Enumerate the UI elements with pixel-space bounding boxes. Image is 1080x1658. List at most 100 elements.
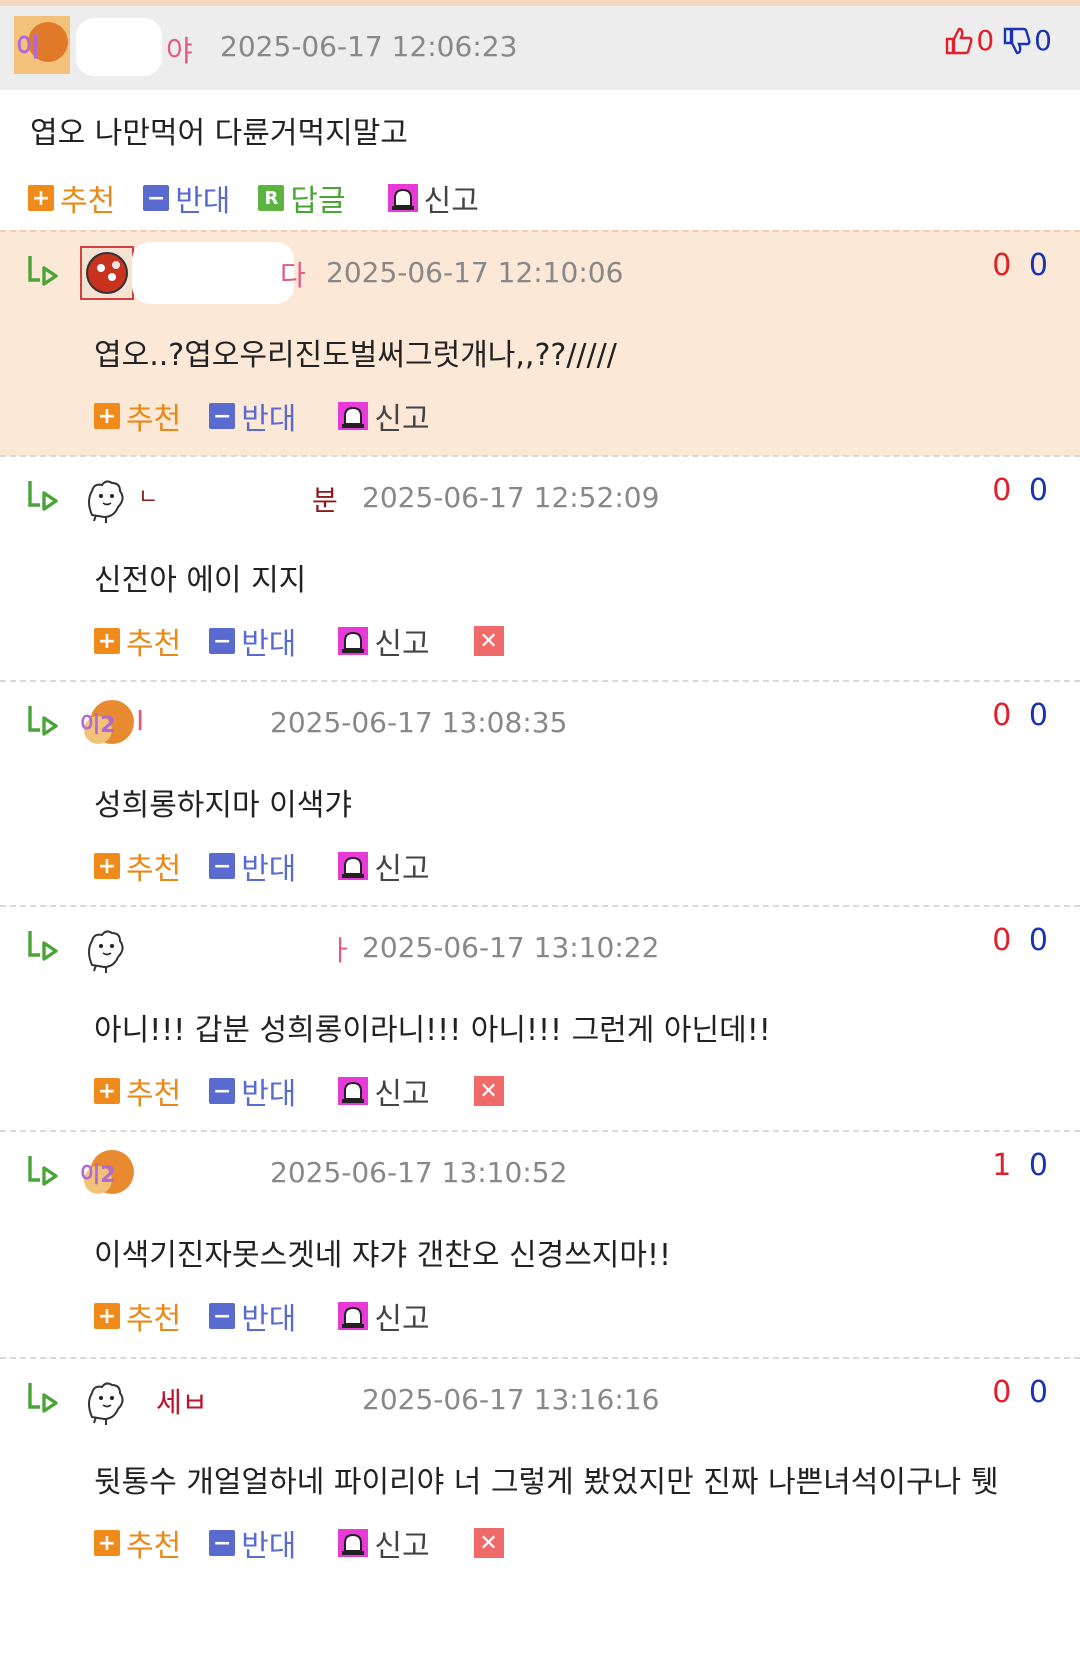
reply-nickname: 분 <box>312 484 338 517</box>
avatar-icon[interactable] <box>80 1373 134 1427</box>
reply-body: 뒷통수 개얼얼하네 파이리야 너 그렇게 봤었지만 진짜 나쁜녀석이구나 퉷 <box>94 1465 999 1500</box>
reply-body: 성희롱하지마 이색갸 <box>94 788 352 823</box>
recommend-button[interactable]: + 추천 <box>94 1069 181 1113</box>
reply-comment: ㄴ 분 2025-06-17 12:52:09 0 0 신전아 에이 지지 + … <box>0 455 1080 681</box>
avatar-icon[interactable] <box>80 921 134 975</box>
avatar-icon[interactable]: 이2 <box>80 696 134 750</box>
reply-up-count: 0 <box>992 923 1016 958</box>
reply-score: 0 0 <box>992 923 1052 958</box>
reply-down-count: 0 <box>1028 1375 1052 1410</box>
delete-icon[interactable]: ✕ <box>473 1528 504 1558</box>
reply-nickname: 다 <box>280 259 306 292</box>
recommend-button[interactable]: + 추천 <box>94 844 181 888</box>
reply-arrow-icon <box>28 1383 58 1413</box>
oppose-button[interactable]: − 반대 <box>143 176 230 220</box>
report-button[interactable]: 신고 <box>324 1294 430 1338</box>
svg-text:이2: 이2 <box>80 1163 116 1188</box>
recommend-button[interactable]: + 추천 <box>94 1294 181 1338</box>
reply-body: 엽오..?엽오우리진도벌써그럿개나,,??///// <box>94 338 617 373</box>
root-votes: 0 0 <box>944 24 1052 57</box>
avatar-icon[interactable]: 이2 <box>80 1146 134 1200</box>
reply-date: 2025-06-17 13:10:22 <box>362 931 660 964</box>
oppose-button[interactable]: − 반대 <box>209 1069 296 1113</box>
reply-up-count: 0 <box>992 473 1016 508</box>
siren-icon <box>338 1302 369 1330</box>
reply-nickname: I <box>136 704 145 737</box>
report-button[interactable]: 신고 <box>374 176 479 220</box>
reply-date: 2025-06-17 13:10:52 <box>270 1156 568 1189</box>
oppose-button[interactable]: − 반대 <box>209 1294 296 1338</box>
minus-icon: − <box>143 185 170 211</box>
root-action-bar: + 추천 − 반대 R 답글 신고 <box>28 176 507 220</box>
report-button[interactable]: 신고 <box>324 619 430 663</box>
reply-up-count: 0 <box>992 248 1016 283</box>
reply-down-count: 0 <box>1028 248 1052 283</box>
reply-date: 2025-06-17 12:10:06 <box>326 256 624 289</box>
minus-icon: − <box>209 1078 236 1104</box>
oppose-button[interactable]: − 반대 <box>209 394 296 438</box>
recommend-button[interactable]: + 추천 <box>94 394 181 438</box>
plus-icon: + <box>94 1078 120 1104</box>
delete-icon[interactable]: ✕ <box>473 1076 504 1106</box>
root-comment-body: 엽오 나만먹어 다륜거먹지말고 <box>30 116 408 151</box>
reply-score: 1 0 <box>992 1148 1052 1183</box>
recommend-button[interactable]: + 추천 <box>94 619 181 663</box>
reply-date: 2025-06-17 12:52:09 <box>362 481 660 514</box>
siren-icon <box>338 627 369 655</box>
reply-arrow-icon <box>28 481 58 511</box>
siren-icon <box>338 1529 369 1557</box>
reply-comment: 이2 2025-06-17 13:10:52 1 0 이색기진자못스겟네 쟈갸 … <box>0 1130 1080 1358</box>
thumbs-up-icon[interactable] <box>944 26 974 56</box>
minus-icon: − <box>209 853 236 879</box>
delete-icon[interactable]: ✕ <box>473 626 504 656</box>
minus-icon: − <box>209 628 236 654</box>
report-button[interactable]: 신고 <box>324 844 430 888</box>
nickname-redacted <box>156 467 306 529</box>
nickname-redacted <box>76 18 162 76</box>
thumbs-down-icon[interactable] <box>1002 26 1032 56</box>
reply-comment: ㅏ 2025-06-17 13:10:22 0 0 아니!!! 갑분 성희롱이라… <box>0 905 1080 1131</box>
reply-button[interactable]: R 답글 <box>258 176 346 220</box>
reply-action-bar: + 추천 − 반대 신고 ✕ <box>94 619 504 663</box>
nickname-redacted <box>146 692 256 754</box>
root-dislike-count: 0 <box>1034 24 1052 57</box>
reply-down-count: 0 <box>1028 698 1052 733</box>
plus-icon: + <box>94 1530 120 1556</box>
siren-icon <box>338 1077 369 1105</box>
reply-date: 2025-06-17 13:08:35 <box>270 706 568 739</box>
nickname-redacted <box>140 917 320 979</box>
reply-comment: 이2 I 2025-06-17 13:08:35 0 0 성희롱하지마 이색갸 … <box>0 680 1080 906</box>
reply-comment: 다 2025-06-17 12:10:06 0 0 엽오..?엽오우리진도벌써그… <box>0 230 1080 456</box>
reply-action-bar: + 추천 − 반대 신고 <box>94 394 458 438</box>
reply-arrow-icon <box>28 1156 58 1186</box>
reply-up-count: 0 <box>992 698 1016 733</box>
reply-date: 2025-06-17 13:16:16 <box>362 1383 660 1416</box>
oppose-button[interactable]: − 반대 <box>209 1521 296 1565</box>
nickname-redacted <box>132 242 294 304</box>
report-button[interactable]: 신고 <box>324 1521 430 1565</box>
reply-nickname-head: ㄴ <box>138 485 159 510</box>
avatar-icon[interactable] <box>80 246 134 300</box>
report-button[interactable]: 신고 <box>324 394 430 438</box>
recommend-button[interactable]: + 추천 <box>28 176 115 220</box>
oppose-button[interactable]: − 반대 <box>209 619 296 663</box>
siren-icon <box>387 184 418 212</box>
reply-down-count: 0 <box>1028 923 1052 958</box>
avatar-icon[interactable] <box>80 471 134 525</box>
oppose-button[interactable]: − 반대 <box>209 844 296 888</box>
plus-icon: + <box>94 853 120 879</box>
reply-arrow-icon <box>28 706 58 736</box>
recommend-button[interactable]: + 추천 <box>94 1521 181 1565</box>
svg-text:이: 이 <box>16 33 40 63</box>
reply-body: 신전아 에이 지지 <box>94 563 307 598</box>
reply-down-count: 0 <box>1028 473 1052 508</box>
report-button[interactable]: 신고 <box>324 1069 430 1113</box>
root-comment-header: 이 야 2025-06-17 12:06:23 0 0 <box>0 6 1080 90</box>
avatar-charmander-icon[interactable]: 이 <box>14 16 70 74</box>
reply-action-bar: + 추천 − 반대 신고 <box>94 1294 458 1338</box>
reply-score: 0 0 <box>992 1375 1052 1410</box>
root-nickname: 야 <box>166 34 193 68</box>
reply-icon: R <box>258 185 285 211</box>
nickname-redacted <box>140 1142 240 1204</box>
plus-icon: + <box>94 1303 120 1329</box>
